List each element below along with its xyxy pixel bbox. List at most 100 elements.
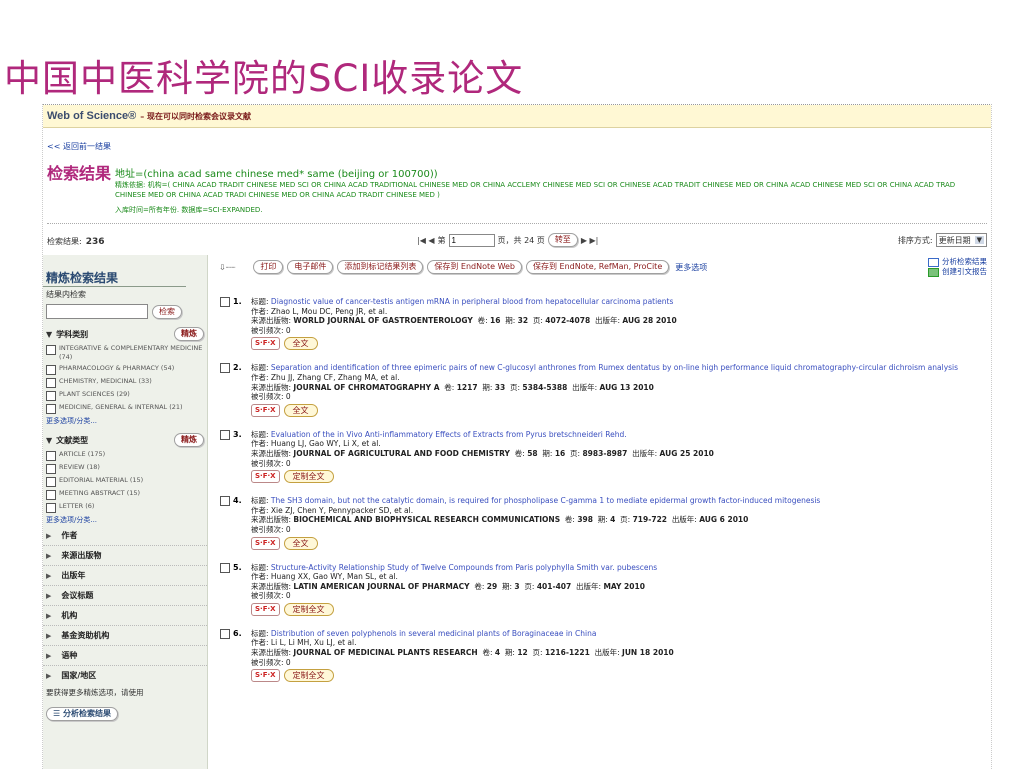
- sfx-button[interactable]: S·F·X: [251, 536, 280, 550]
- add-marked-button[interactable]: 添加到标记结果列表: [337, 260, 424, 274]
- sfx-button[interactable]: S·F·X: [251, 470, 280, 484]
- vol-label: 卷:: [514, 448, 525, 458]
- fulltext-button[interactable]: 全文: [283, 403, 318, 417]
- record-checkbox[interactable]: [220, 562, 230, 573]
- facet-label: 语种: [61, 651, 78, 660]
- fulltext-button[interactable]: 定制全文: [283, 470, 334, 484]
- chevron-down-icon[interactable]: ▼: [974, 236, 984, 244]
- sort-value: 更新日期: [938, 235, 971, 245]
- within-search-button[interactable]: 检索: [152, 304, 182, 319]
- doctype-refine-button[interactable]: 精炼: [174, 433, 204, 447]
- subject-option[interactable]: CHEMISTRY, MEDICINAL (33): [43, 376, 207, 389]
- checkbox[interactable]: [46, 464, 56, 474]
- citation-report-link[interactable]: 创建引文报告: [928, 267, 987, 277]
- record-checkbox[interactable]: [220, 628, 230, 639]
- subject-option[interactable]: MEDICINE, GENERAL & INTERNAL (21): [43, 402, 207, 415]
- doctype-option[interactable]: EDITORIAL MATERIAL (15): [43, 475, 207, 488]
- checkbox[interactable]: [46, 490, 56, 500]
- analyze-link[interactable]: 分析检索结果: [928, 257, 987, 267]
- record-title-link[interactable]: Diagnostic value of cancer-testis antige…: [271, 297, 673, 306]
- save-endnote-web-button[interactable]: 保存到 EndNote Web: [427, 260, 523, 274]
- subject-option[interactable]: PHARMACOLOGY & PHARMACY (54): [43, 363, 207, 376]
- next-last-icon[interactable]: ▶ ▶|: [581, 236, 599, 245]
- facet-country[interactable]: ▶ 国家/地区: [43, 666, 207, 685]
- back-link[interactable]: << 返回前一结果: [47, 141, 111, 152]
- facet-conference[interactable]: ▶ 会议标题: [43, 586, 207, 606]
- sort-select[interactable]: 更新日期 ▼: [935, 233, 987, 247]
- wos-brand[interactable]: Web of Science®: [47, 110, 136, 122]
- cited-label: 被引频次:: [251, 325, 284, 335]
- facet-organization[interactable]: ▶ 机构: [43, 606, 207, 626]
- fulltext-button[interactable]: 定制全文: [283, 669, 334, 683]
- query-text: 地址=(china acad same chinese med* same (b…: [115, 169, 438, 180]
- facet-language[interactable]: ▶ 语种: [43, 646, 207, 666]
- result-count-value: 236: [85, 237, 105, 247]
- list-icon: [928, 257, 939, 267]
- checkbox[interactable]: [46, 378, 56, 388]
- record-cited: 0: [285, 524, 291, 534]
- facet-authors[interactable]: ▶ 作者: [43, 526, 207, 546]
- sfx-button[interactable]: S·F·X: [251, 669, 280, 683]
- record-title-link[interactable]: Separation and identification of three e…: [271, 363, 958, 372]
- facet-label: 国家/地区: [61, 671, 97, 680]
- doctype-option[interactable]: ARTICLE (175): [43, 449, 207, 462]
- subject-section-header[interactable]: ▼ 学科类别 精炼: [43, 321, 207, 343]
- wos-header: Web of Science® – 现在可以同时检索会议录文献: [43, 105, 991, 128]
- print-button[interactable]: 打印: [253, 260, 284, 274]
- record-title-link[interactable]: Structure-Activity Relationship Study of…: [271, 563, 657, 572]
- subject-refine-button[interactable]: 精炼: [174, 327, 204, 341]
- record-checkbox[interactable]: [220, 297, 230, 307]
- doctype-section-header[interactable]: ▼ 文献类型 精炼: [43, 427, 207, 449]
- go-button[interactable]: 转至: [547, 233, 578, 247]
- fulltext-button[interactable]: 定制全文: [283, 602, 334, 616]
- checkbox[interactable]: [46, 365, 56, 375]
- checkbox[interactable]: [46, 451, 56, 461]
- email-button[interactable]: 电子邮件: [287, 260, 334, 274]
- subject-option[interactable]: PLANT SCIENCES (29): [43, 389, 207, 402]
- more-options-link[interactable]: 更多选项: [675, 262, 707, 273]
- record-checkbox[interactable]: [220, 363, 230, 374]
- checkbox[interactable]: [46, 404, 56, 414]
- record-checkbox[interactable]: [220, 429, 230, 440]
- doctype-more-link[interactable]: 更多选项/分类...: [43, 514, 207, 526]
- record-volume: 16: [490, 316, 501, 326]
- subject-option[interactable]: INTEGRATIVE & COMPLEMENTARY MEDICINE (74…: [43, 343, 207, 363]
- facet-funding[interactable]: ▶ 基金资助机构: [43, 626, 207, 646]
- triangle-right-icon: ▶: [46, 651, 52, 660]
- pages-label: 页:: [510, 382, 521, 392]
- select-all-dropdown-icon[interactable]: ⇩┈┈: [219, 263, 235, 272]
- record-title-link[interactable]: The SH3 domain, but not the catalytic do…: [271, 496, 820, 505]
- checkbox[interactable]: [46, 345, 56, 355]
- authors-label: 作者:: [251, 638, 269, 648]
- record-cited: 0: [285, 392, 291, 402]
- checkbox[interactable]: [46, 477, 56, 487]
- doctype-option[interactable]: LETTER (6): [43, 501, 207, 514]
- date-label: 出版年:: [576, 581, 602, 591]
- first-prev-icon[interactable]: |◀ ◀: [417, 236, 435, 245]
- record-title-link[interactable]: Distribution of seven polyphenols in sev…: [271, 629, 597, 638]
- checkbox[interactable]: [46, 391, 56, 401]
- save-endnote-button[interactable]: 保存到 EndNote, RefMan, ProCite: [526, 260, 670, 274]
- facet-year[interactable]: ▶ 出版年: [43, 566, 207, 586]
- triangle-right-icon: ▶: [46, 571, 52, 580]
- checkbox[interactable]: [46, 503, 56, 513]
- vol-label: 卷:: [477, 316, 488, 326]
- analyze-results-button[interactable]: ☰ 分析检索结果: [46, 707, 118, 721]
- doctype-option[interactable]: REVIEW (18): [43, 462, 207, 475]
- page-input[interactable]: [448, 233, 495, 247]
- sort-label: 排序方式:: [897, 235, 933, 245]
- facet-label: 作者: [61, 531, 78, 540]
- title-label: 标题:: [251, 628, 269, 638]
- record-checkbox[interactable]: [220, 496, 230, 507]
- facet-source[interactable]: ▶ 来源出版物: [43, 546, 207, 566]
- sfx-button[interactable]: S·F·X: [251, 403, 280, 417]
- fulltext-button[interactable]: 全文: [283, 536, 318, 550]
- sfx-button[interactable]: S·F·X: [251, 602, 280, 616]
- pager: |◀ ◀ 第 页，共 24 页 转至 ▶ ▶|: [417, 233, 598, 247]
- doctype-option[interactable]: MEETING ABSTRACT (15): [43, 488, 207, 501]
- record-title-link[interactable]: Evaluation of the in Vivo Anti-inflammat…: [271, 430, 627, 439]
- fulltext-button[interactable]: 全文: [283, 337, 318, 351]
- subject-more-link[interactable]: 更多选项/分类...: [43, 415, 207, 427]
- sfx-button[interactable]: S·F·X: [251, 337, 280, 351]
- within-search-input[interactable]: [46, 304, 148, 319]
